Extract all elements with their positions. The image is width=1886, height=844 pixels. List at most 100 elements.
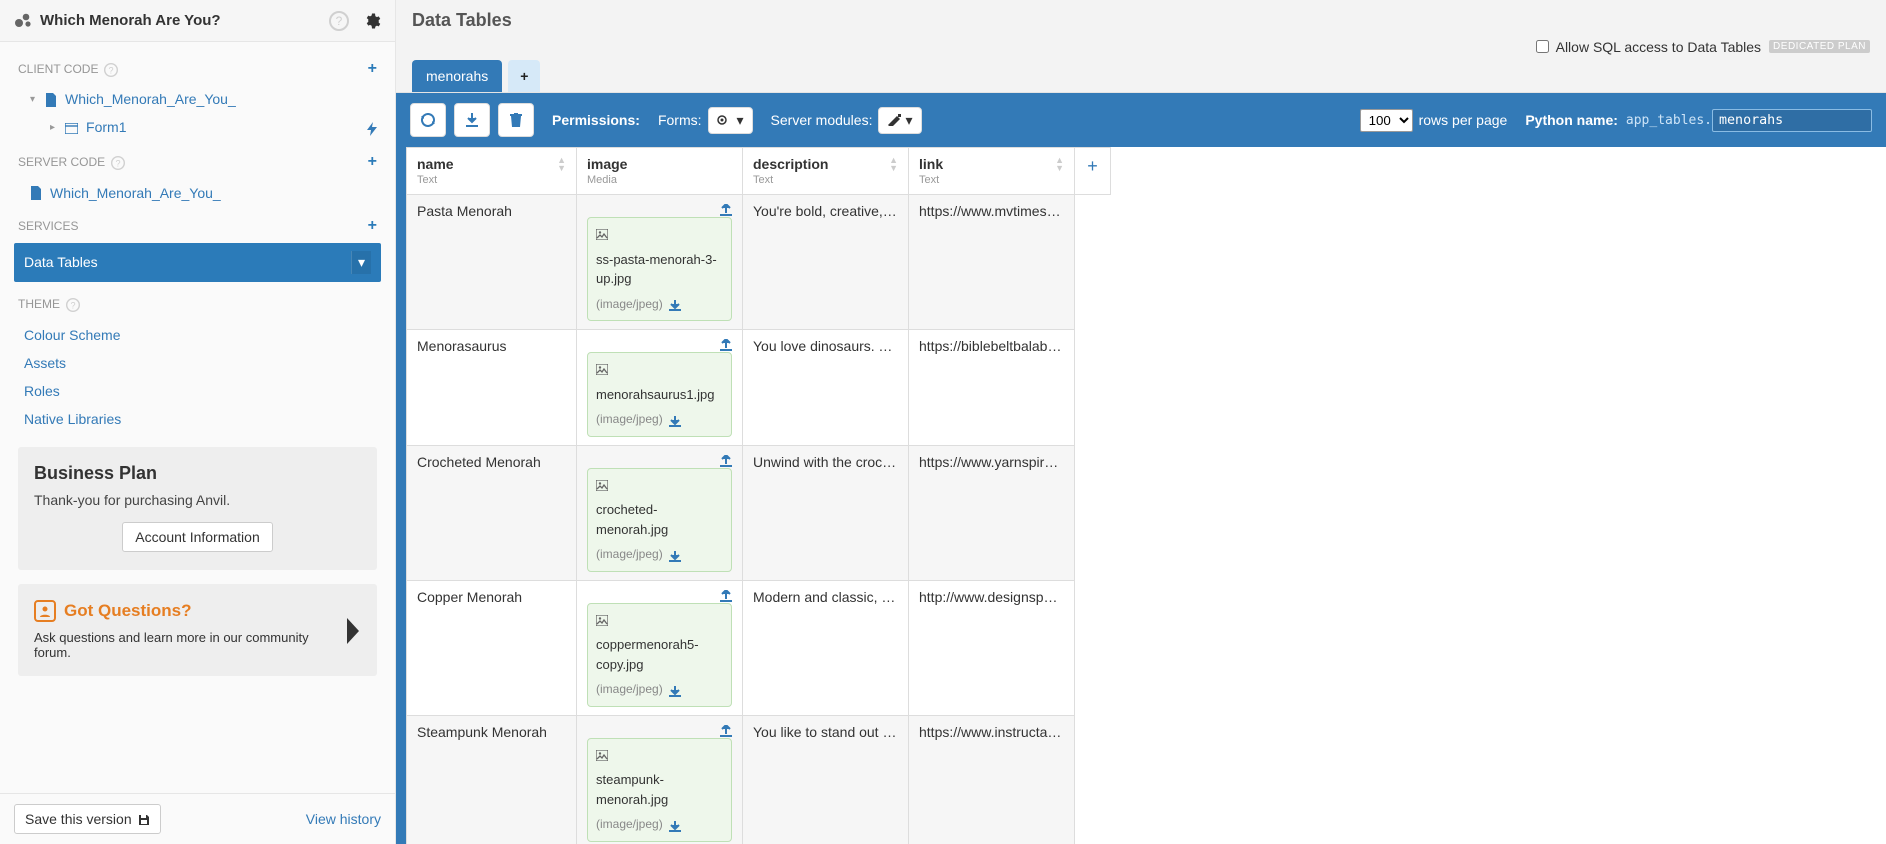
cell-link[interactable]: https://www.mvtimes.com/…	[919, 203, 1064, 219]
table-row[interactable]: Pasta Menorah ss-pasta-menorah-3-up.jpg (…	[407, 195, 1111, 330]
questions-card[interactable]: Got Questions? Ask questions and learn m…	[18, 584, 377, 676]
cell-description[interactable]: You're bold, creative, and j…	[753, 203, 898, 219]
settings-gear-icon[interactable]	[363, 10, 381, 31]
chevron-right-icon: ▸	[50, 122, 55, 133]
upload-icon[interactable]	[720, 336, 732, 352]
cell-link[interactable]: http://www.designsponge.c…	[919, 589, 1064, 605]
page-title: Data Tables	[412, 10, 1870, 31]
media-filename: crocheted-menorah.jpg	[596, 500, 723, 539]
help-icon[interactable]: ?	[329, 10, 349, 31]
file-icon	[30, 185, 42, 201]
python-name-prefix: app_tables.	[1626, 113, 1712, 128]
media-chip[interactable]: ss-pasta-menorah-3-up.jpg (image/jpeg)	[587, 217, 732, 321]
image-icon	[596, 610, 608, 630]
cell-name[interactable]: Copper Menorah	[417, 589, 566, 605]
cell-link[interactable]: https://www.instructables.c…	[919, 724, 1064, 740]
column-header-name[interactable]: name Text ▲▼	[407, 148, 577, 195]
file-icon	[45, 91, 57, 107]
media-chip[interactable]: crocheted-menorah.jpg (image/jpeg)	[587, 468, 732, 572]
data-table: name Text ▲▼ image Media	[406, 147, 1111, 844]
download-icon[interactable]	[669, 545, 681, 565]
client-module-item[interactable]: ▾ Which_Menorah_Are_You_	[0, 85, 395, 113]
service-data-tables[interactable]: Data Tables ▾	[14, 243, 381, 282]
add-server-module-icon[interactable]: +	[368, 153, 377, 171]
column-header-link[interactable]: link Text ▲▼	[909, 148, 1075, 195]
media-filename: ss-pasta-menorah-3-up.jpg	[596, 250, 723, 289]
rows-per-page-select[interactable]: 100	[1360, 109, 1413, 132]
theme-assets[interactable]: Assets	[0, 349, 395, 377]
cell-name[interactable]: Menorasaurus	[417, 338, 566, 354]
media-chip[interactable]: coppermenorah5-copy.jpg (image/jpeg)	[587, 603, 732, 707]
media-mime: (image/jpeg)	[596, 680, 663, 698]
download-icon[interactable]	[669, 295, 681, 315]
client-form-item[interactable]: ▸ Form1	[0, 113, 395, 141]
add-service-icon[interactable]: +	[368, 217, 377, 235]
svg-text:?: ?	[109, 65, 114, 75]
forms-permission-dropdown[interactable]: ▾	[708, 107, 753, 134]
cell-link[interactable]: https://biblebeltbalabusta.c…	[919, 338, 1064, 354]
download-icon[interactable]	[669, 680, 681, 700]
account-info-button[interactable]: Account Information	[122, 522, 273, 552]
tab-add[interactable]: +	[508, 60, 540, 92]
chevron-down-icon[interactable]: ▾	[351, 251, 371, 274]
table-row[interactable]: Copper Menorah coppermenorah5-copy.jpg (i…	[407, 580, 1111, 715]
server-module-item[interactable]: Which_Menorah_Are_You_	[0, 179, 395, 207]
column-header-description[interactable]: description Text ▲▼	[743, 148, 909, 195]
plan-card: Business Plan Thank-you for purchasing A…	[18, 447, 377, 570]
theme-native-libraries[interactable]: Native Libraries	[0, 405, 395, 433]
theme-colour-scheme[interactable]: Colour Scheme	[0, 321, 395, 349]
table-toolbar: Permissions: Forms: ▾ Server modules: ▾ …	[396, 93, 1886, 147]
table-row[interactable]: Steampunk Menorah steampunk-menorah.jpg (…	[407, 715, 1111, 844]
help-icon[interactable]: ?	[104, 58, 118, 79]
download-button[interactable]	[454, 103, 490, 137]
add-column-button[interactable]: +	[1075, 148, 1111, 195]
upload-icon[interactable]	[720, 201, 732, 217]
download-icon[interactable]	[669, 815, 681, 835]
download-icon[interactable]	[669, 410, 681, 430]
main: Data Tables Allow SQL access to Data Tab…	[396, 0, 1886, 844]
table-row[interactable]: Menorasaurus menorahsaurus1.jpg (image/jp…	[407, 330, 1111, 446]
sort-icon[interactable]: ▲▼	[1055, 156, 1064, 172]
media-chip[interactable]: menorahsaurus1.jpg (image/jpeg)	[587, 352, 732, 437]
tab-menorahs[interactable]: menorahs	[412, 60, 502, 92]
sort-icon[interactable]: ▲▼	[557, 156, 566, 172]
upload-icon[interactable]	[720, 722, 732, 738]
svg-text:?: ?	[336, 14, 343, 28]
bolt-icon[interactable]	[367, 119, 377, 135]
cell-description[interactable]: You love dinosaurs. You lo…	[753, 338, 898, 354]
table-row[interactable]: Crocheted Menorah crocheted-menorah.jpg (…	[407, 445, 1111, 580]
media-mime: (image/jpeg)	[596, 815, 663, 833]
add-client-module-icon[interactable]: +	[368, 60, 377, 78]
sidebar: Which Menorah Are You? ? CLIENT CODE ? +…	[0, 0, 396, 844]
python-name-input[interactable]	[1712, 109, 1872, 132]
plan-badge: DEDICATED PLAN	[1769, 40, 1870, 53]
plan-title: Business Plan	[34, 463, 361, 484]
cell-description[interactable]: You like to stand out from t…	[753, 724, 898, 740]
forms-label: Forms:	[658, 112, 702, 128]
server-permission-dropdown[interactable]: ▾	[878, 107, 921, 134]
help-icon[interactable]: ?	[111, 152, 125, 173]
theme-roles[interactable]: Roles	[0, 377, 395, 405]
cell-name[interactable]: Pasta Menorah	[417, 203, 566, 219]
sort-icon[interactable]: ▲▼	[889, 156, 898, 172]
svg-text:?: ?	[70, 300, 75, 310]
media-chip[interactable]: steampunk-menorah.jpg (image/jpeg)	[587, 738, 732, 842]
view-history-link[interactable]: View history	[306, 811, 381, 827]
cell-description[interactable]: Modern and classic, just lik…	[753, 589, 898, 605]
upload-icon[interactable]	[720, 452, 732, 468]
upload-icon[interactable]	[720, 587, 732, 603]
refresh-button[interactable]	[410, 103, 446, 137]
help-icon[interactable]: ?	[66, 294, 80, 315]
allow-sql-checkbox[interactable]: Allow SQL access to Data Tables	[1532, 37, 1761, 56]
column-header-image[interactable]: image Media	[577, 148, 743, 195]
window-icon	[65, 120, 78, 135]
section-client-code: CLIENT CODE ? +	[0, 48, 395, 85]
save-version-button[interactable]: Save this version	[14, 804, 161, 834]
delete-button[interactable]	[498, 103, 534, 137]
app-title: Which Menorah Are You?	[40, 12, 221, 29]
image-icon	[596, 745, 608, 765]
cell-description[interactable]: Unwind with the crocheted …	[753, 454, 898, 470]
cell-link[interactable]: https://www.yarnspirations.…	[919, 454, 1064, 470]
cell-name[interactable]: Crocheted Menorah	[417, 454, 566, 470]
cell-name[interactable]: Steampunk Menorah	[417, 724, 566, 740]
